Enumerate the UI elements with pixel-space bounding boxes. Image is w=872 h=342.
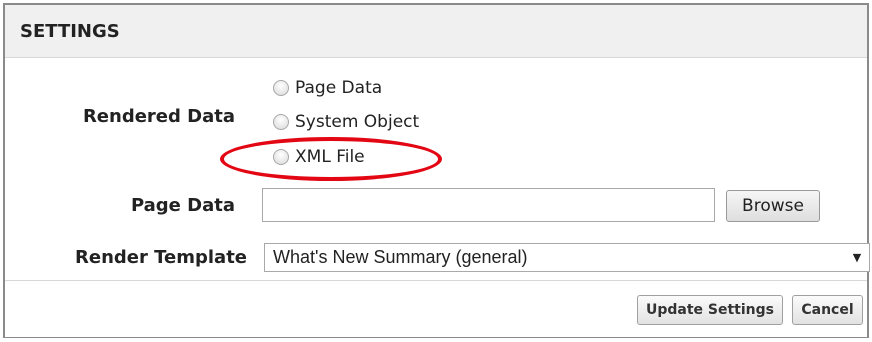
radio-label-xml-file: XML File	[295, 147, 365, 167]
rendered-data-label: Rendered Data	[82, 106, 235, 127]
settings-panel: SETTINGS Rendered Data Page Data System …	[3, 3, 870, 338]
page-data-input[interactable]	[262, 188, 715, 222]
panel-footer: Update Settings Cancel	[5, 280, 867, 337]
chevron-down-icon: ▼	[852, 251, 862, 264]
radio-option-system-object[interactable]: System Object	[273, 110, 419, 134]
radio-button-xml-file[interactable]	[273, 149, 289, 165]
render-template-label: Render Template	[75, 247, 247, 268]
radio-button-system-object[interactable]	[273, 114, 289, 130]
cancel-button[interactable]: Cancel	[792, 295, 863, 325]
page-data-label: Page Data	[130, 195, 235, 216]
radio-label-system-object: System Object	[295, 112, 420, 132]
radio-label-page-data: Page Data	[295, 78, 383, 98]
panel-title: SETTINGS	[20, 20, 120, 42]
panel-header: SETTINGS	[5, 5, 867, 58]
update-settings-button[interactable]: Update Settings	[637, 295, 783, 325]
render-template-select[interactable]: What's New Summary (general) ▼	[264, 243, 870, 272]
browse-button[interactable]: Browse	[726, 190, 820, 222]
render-template-selected-value: What's New Summary (general)	[273, 247, 528, 267]
radio-option-xml-file[interactable]: XML File	[273, 145, 365, 169]
radio-option-page-data[interactable]: Page Data	[273, 76, 382, 100]
radio-button-page-data[interactable]	[273, 80, 289, 96]
